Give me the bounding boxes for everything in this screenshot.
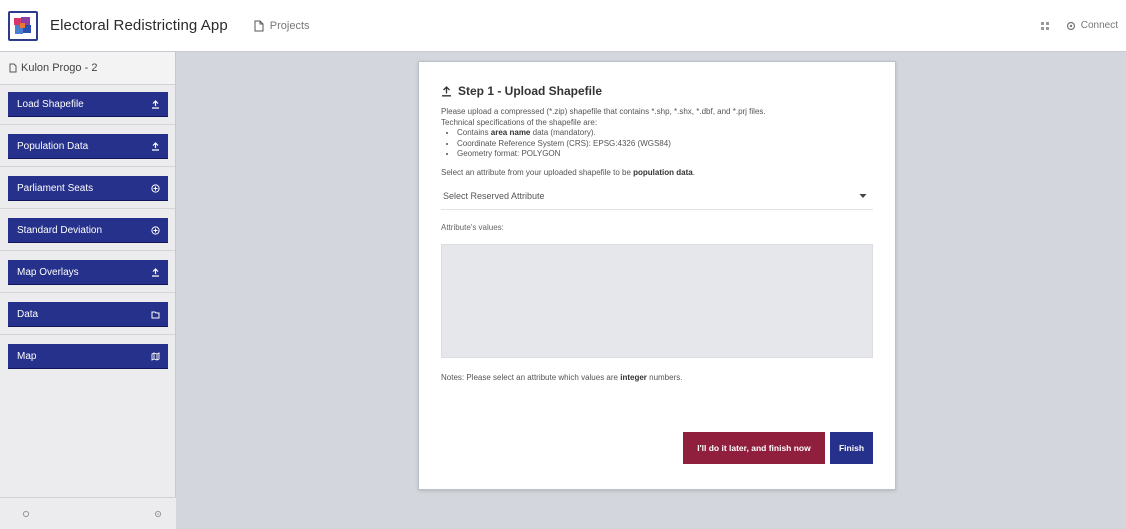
project-name: Kulon Progo - 2 [0,52,175,85]
finish-button[interactable]: Finish [830,432,873,464]
upload-icon [150,141,160,151]
attribute-select[interactable]: Select Reserved Attribute [441,184,873,210]
sidebar-item-parliament-seats[interactable]: Parliament Seats [8,176,168,200]
sidebar-item-label: Load Shapefile [17,98,84,110]
description-line: Please upload a compressed (*.zip) shape… [441,107,766,116]
caret-down-icon [859,194,867,198]
sidebar-item-label: Map [17,350,37,362]
attribute-values-label: Attribute's values: [441,222,504,232]
upload-icon [442,85,451,96]
description-line: Technical specifications of the shapefil… [441,117,598,127]
app-logo [8,10,38,41]
app-title: Electoral Redistricting App [50,17,228,34]
notes-text: Notes: Please select an attribute which … [441,372,683,382]
divider [0,208,175,209]
divider [0,124,175,125]
attribute-select-value: Select Reserved Attribute [443,191,545,201]
sidebar-item-label: Standard Deviation [17,224,103,236]
connect-button[interactable]: Connect [1066,20,1118,31]
projects-label: Projects [269,19,310,32]
divider [0,250,175,251]
upload-icon [150,267,160,277]
sidebar-item-label: Parliament Seats [17,182,94,194]
plus-circle-icon [150,225,160,235]
sidebar-item-data[interactable]: Data [8,302,168,326]
sidebar-item-population-data[interactable]: Population Data [8,134,168,158]
sidebar-menu: Load Shapefile Population Data Parliamen… [0,92,175,368]
sidebar-item-label: Population Data [17,140,89,152]
spec-item: Coordinate Reference System (CRS): EPSG:… [457,139,873,150]
dialog-buttons: I'll do it later, and finish now Finish [683,432,873,464]
sidebar-item-standard-deviation[interactable]: Standard Deviation [8,218,168,242]
sidebar-item-map[interactable]: Map [8,344,168,368]
sidebar-item-load-shapefile[interactable]: Load Shapefile [8,92,168,116]
logo-icon [14,16,31,34]
sidebar-item-label: Map Overlays [17,266,79,278]
plus-circle-icon [150,183,160,193]
dialog-title-text: Step 1 - Upload Shapefile [458,84,603,98]
top-bar: Electoral Redistricting App Projects Con… [0,0,1126,52]
main-area: Step 1 - Upload Shapefile Please upload … [177,52,1126,529]
grid-icon[interactable] [1040,21,1050,31]
sidebar-item-label: Data [17,308,39,320]
spec-item: Contains area name data (mandatory). [457,128,873,139]
sidebar-item-map-overlays[interactable]: Map Overlays [8,260,168,284]
attribute-values-box [441,243,873,358]
document-icon [9,63,17,73]
map-icon [150,351,160,361]
spec-list: Contains area name data (mandatory). Coo… [457,128,873,160]
divider [0,166,175,167]
settings-icon [1066,21,1075,30]
dialog-description: Please upload a compressed (*.zip) shape… [441,107,873,160]
project-name-label: Kulon Progo - 2 [21,62,98,74]
folder-icon [150,309,160,319]
finish-later-button[interactable]: I'll do it later, and finish now [683,432,825,464]
divider [0,334,175,335]
divider [0,292,175,293]
sidebar-footer [0,497,176,529]
connect-label: Connect [1080,20,1118,31]
sidebar: Kulon Progo - 2 Load Shapefile Populatio… [0,52,176,529]
projects-link[interactable]: Projects [254,20,310,32]
info-icon[interactable] [154,510,162,518]
spec-item: Geometry format: POLYGON [457,149,873,160]
dialog-title: Step 1 - Upload Shapefile [441,84,873,98]
upload-icon [150,99,160,109]
upload-shapefile-dialog: Step 1 - Upload Shapefile Please upload … [418,61,896,490]
settings-icon[interactable] [22,510,30,518]
document-icon [254,20,264,31]
select-prompt: Select an attribute from your uploaded s… [441,167,695,177]
